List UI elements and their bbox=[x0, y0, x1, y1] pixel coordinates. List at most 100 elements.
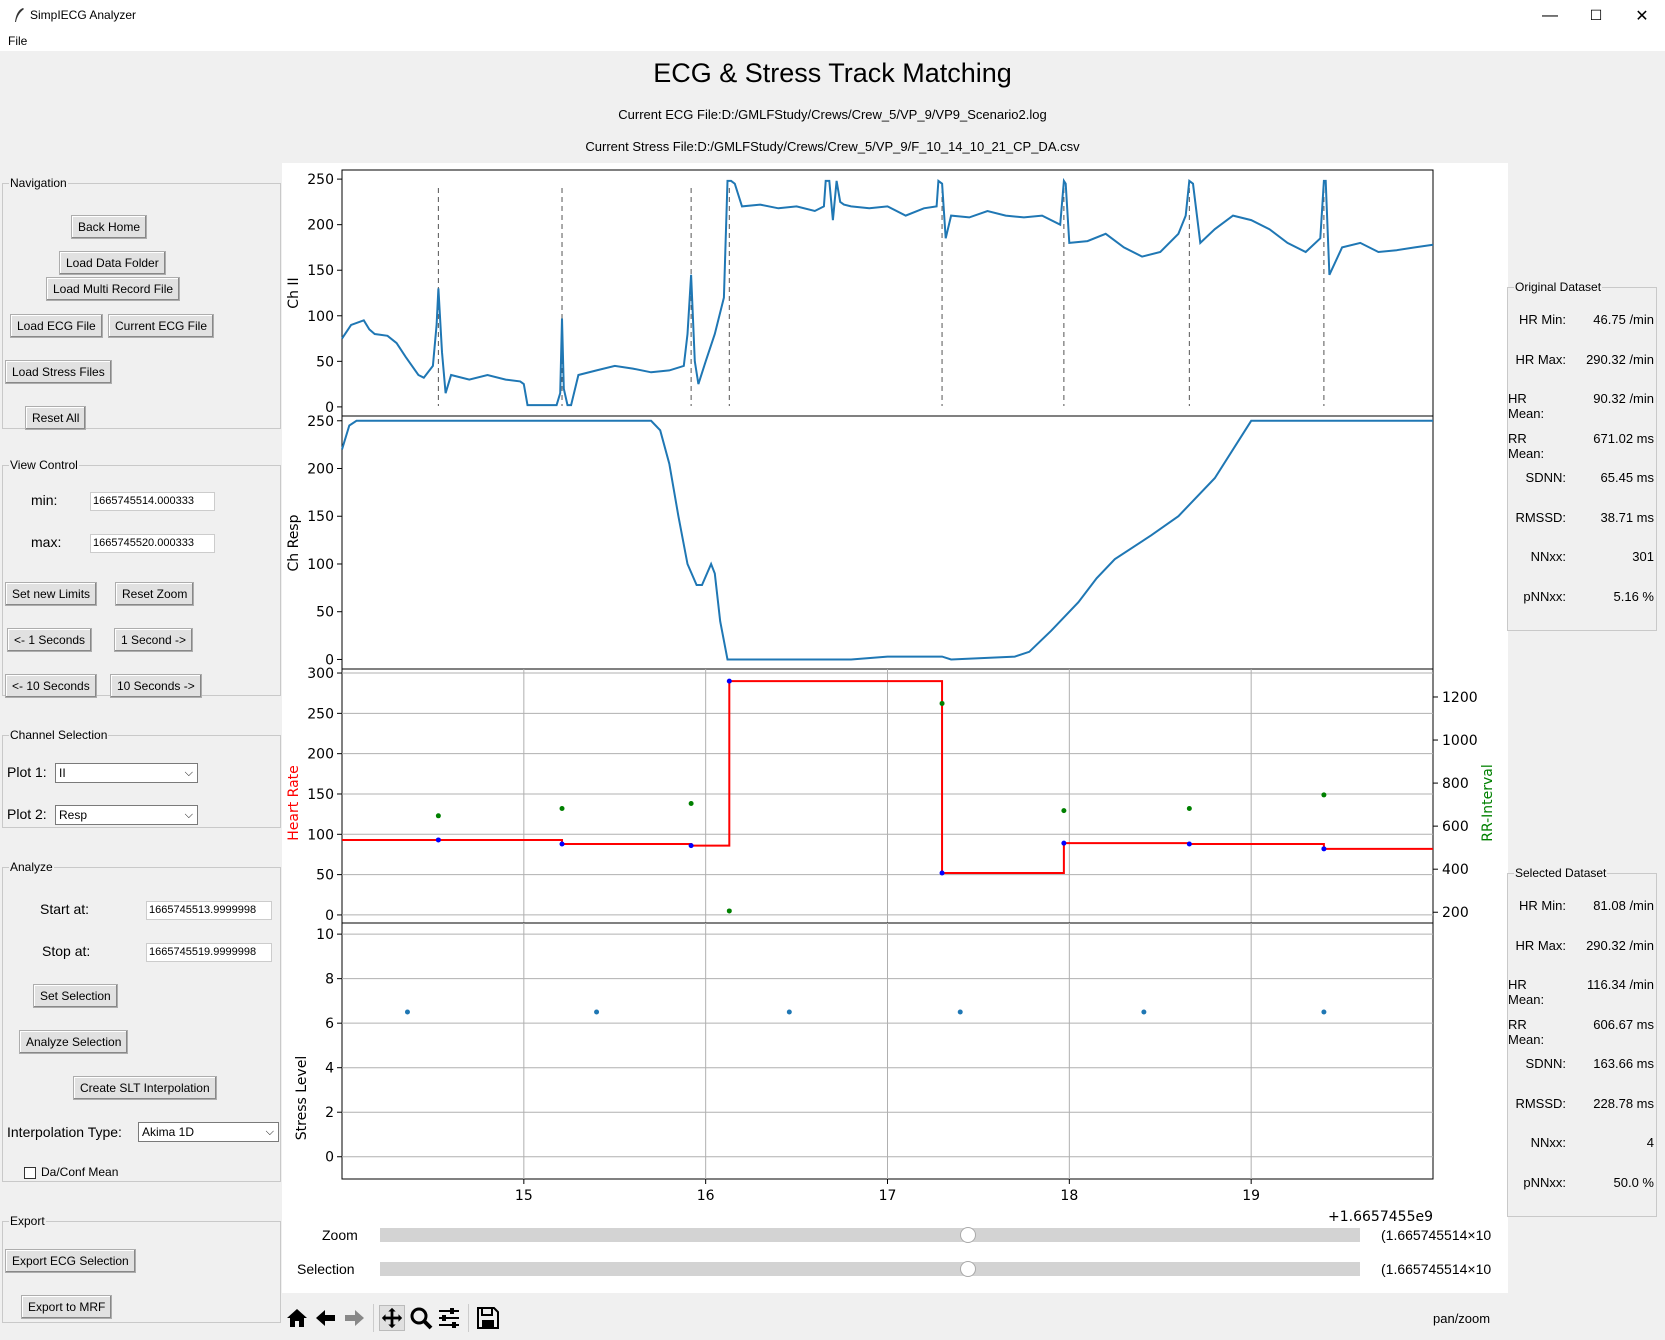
y-tick-label: 250 bbox=[307, 706, 334, 722]
stress-level-plot[interactable]: 0 2 4 6 8 10 15 16 17 18 19 Stress Level +1.665745… bbox=[294, 922, 1434, 1225]
stat-row: HR Mean: 116.34 /min bbox=[1508, 977, 1656, 1007]
export-to-mrf-button[interactable]: Export to MRF bbox=[21, 1295, 113, 1319]
y2-tick-label: 600 bbox=[1442, 819, 1469, 835]
max-input[interactable]: 1665745520.000333 bbox=[90, 534, 215, 553]
heart-rate-point bbox=[435, 837, 441, 843]
configure-icon[interactable] bbox=[436, 1305, 462, 1331]
forward-10-seconds-button[interactable]: 10 Seconds -> bbox=[110, 674, 202, 698]
selected-dataset-legend: Selected Dataset bbox=[1515, 866, 1607, 880]
y-tick-label: 250 bbox=[307, 414, 334, 430]
load-data-folder-button[interactable]: Load Data Folder bbox=[59, 251, 166, 275]
back-1-second-button[interactable]: <- 1 Seconds bbox=[7, 628, 93, 652]
current-stress-file-label: Current Stress File:D:/GMLFStudy/Crews/C… bbox=[585, 139, 1080, 154]
stat-label: RR Mean: bbox=[1508, 1016, 1545, 1047]
stat-value: 38.71 ms bbox=[1600, 509, 1654, 525]
stress-level-point bbox=[1321, 1009, 1327, 1015]
y-tick-label: 50 bbox=[316, 354, 334, 370]
page-title: ECG & Stress Track Matching bbox=[653, 58, 1012, 88]
zoom-slider-track[interactable] bbox=[380, 1227, 1360, 1243]
heart-rate-point bbox=[1321, 846, 1327, 852]
load-stress-files-button[interactable]: Load Stress Files bbox=[5, 360, 112, 384]
y-tick-label: 10 bbox=[316, 927, 334, 943]
view-control-group: View Control min: 1665745514.000333 max:… bbox=[2, 458, 281, 698]
min-input[interactable]: 1665745514.000333 bbox=[90, 492, 215, 511]
stat-row: HR Min: 46.75 /min bbox=[1508, 312, 1656, 332]
stat-row: HR Min: 81.08 /min bbox=[1508, 898, 1656, 918]
menu-file[interactable]: File bbox=[8, 34, 27, 48]
set-new-limits-button[interactable]: Set new Limits bbox=[5, 582, 98, 606]
save-icon[interactable] bbox=[475, 1305, 501, 1331]
plot2-select[interactable]: Resp ⌵ bbox=[55, 805, 198, 825]
stat-row: SDNN: 65.45 ms bbox=[1508, 470, 1656, 490]
stat-row: RMSSD: 38.71 ms bbox=[1508, 510, 1656, 530]
back-10-seconds-button[interactable]: <- 10 Seconds bbox=[5, 674, 97, 698]
analyze-selection-button[interactable]: Analyze Selection bbox=[19, 1030, 129, 1054]
rr-interval-point bbox=[688, 801, 694, 807]
resp-series-line bbox=[341, 419, 1433, 661]
stat-value: 65.45 ms bbox=[1600, 470, 1654, 485]
start-at-input[interactable]: 1665745513.9999998 bbox=[146, 901, 272, 920]
selection-slider-label: Selection bbox=[297, 1261, 355, 1277]
stat-row: pNNxx: 5.16 % bbox=[1508, 589, 1656, 609]
back-arrow-icon[interactable] bbox=[313, 1305, 339, 1331]
da-conf-mean-checkbox[interactable] bbox=[24, 1167, 36, 1179]
y-tick-label: 150 bbox=[307, 509, 334, 525]
stat-label: SDNN: bbox=[1525, 1056, 1566, 1071]
pan-icon[interactable] bbox=[379, 1305, 405, 1331]
selection-slider-track[interactable] bbox=[380, 1261, 1360, 1277]
stat-label: SDNN: bbox=[1525, 470, 1566, 485]
minimize-button[interactable]: — bbox=[1527, 0, 1573, 31]
stat-label: RMSSD: bbox=[1515, 509, 1566, 525]
x-tick-label: 15 bbox=[515, 1188, 533, 1204]
zoom-slider-handle[interactable] bbox=[960, 1227, 976, 1243]
interpolation-type-select[interactable]: Akima 1D ⌵ bbox=[138, 1122, 279, 1142]
selection-slider-handle[interactable] bbox=[960, 1261, 976, 1277]
load-ecg-file-button[interactable]: Load ECG File bbox=[10, 314, 103, 338]
stat-value: 228.78 ms bbox=[1593, 1095, 1654, 1111]
stat-label: HR Max: bbox=[1515, 351, 1566, 367]
x-tick-label: 17 bbox=[879, 1188, 897, 1204]
stat-value: 301 bbox=[1632, 549, 1654, 564]
y-tick-label: 100 bbox=[307, 827, 334, 843]
ecg-plot[interactable]: 050100150200250 Ch II bbox=[286, 169, 1434, 417]
stat-value: 290.32 /min bbox=[1586, 937, 1654, 953]
set-selection-button[interactable]: Set Selection bbox=[33, 984, 118, 1008]
x-tick-label: 16 bbox=[697, 1188, 715, 1204]
reset-zoom-button[interactable]: Reset Zoom bbox=[115, 582, 195, 606]
stat-row: HR Mean: 90.32 /min bbox=[1508, 391, 1656, 421]
maximize-button[interactable]: ☐ bbox=[1573, 0, 1619, 31]
view-control-legend: View Control bbox=[10, 458, 78, 472]
export-ecg-selection-button[interactable]: Export ECG Selection bbox=[5, 1249, 136, 1273]
y-tick-label: 300 bbox=[307, 666, 334, 682]
home-icon[interactable] bbox=[284, 1305, 310, 1331]
toolbar-separator bbox=[373, 1304, 374, 1332]
stress-level-ylabel: Stress Level bbox=[294, 1056, 310, 1140]
plot-figure[interactable]: 0 50 100 150 200 250 Ch II 0 50 100 150 200 250 Ch… bbox=[282, 163, 1508, 1293]
stat-row: RR Mean: 671.02 ms bbox=[1508, 431, 1656, 461]
load-multi-record-button[interactable]: Load Multi Record File bbox=[46, 277, 181, 301]
forward-arrow-icon[interactable] bbox=[341, 1305, 367, 1331]
chevron-down-icon: ⌵ bbox=[265, 1126, 274, 1138]
zoom-icon[interactable] bbox=[408, 1305, 434, 1331]
reset-all-button[interactable]: Reset All bbox=[25, 406, 87, 430]
back-home-button[interactable]: Back Home bbox=[71, 215, 148, 239]
stat-label: HR Mean: bbox=[1508, 391, 1545, 421]
stress-level-point bbox=[786, 1009, 792, 1015]
heart-rate-plot[interactable]: 0 50 100 150 200 250 300 200 400 600 800 1000 1200 H… bbox=[286, 666, 1496, 924]
heart-rate-point bbox=[939, 870, 945, 876]
stress-level-point bbox=[594, 1009, 600, 1015]
forward-1-second-button[interactable]: 1 Second -> bbox=[114, 628, 194, 652]
close-button[interactable]: ✕ bbox=[1619, 0, 1665, 31]
heart-rate-ylabel: Heart Rate bbox=[286, 765, 302, 841]
y2-tick-label: 200 bbox=[1442, 905, 1469, 921]
y-tick-label: 50 bbox=[316, 605, 334, 621]
current-ecg-file-button[interactable]: Current ECG File bbox=[108, 314, 215, 338]
rr-interval-point bbox=[559, 805, 565, 811]
plot1-select[interactable]: II ⌵ bbox=[55, 763, 198, 783]
y2-tick-label: 400 bbox=[1442, 862, 1469, 878]
stop-at-input[interactable]: 1665745519.9999998 bbox=[146, 943, 272, 962]
plot-canvas[interactable]: 050100150200250 Ch II 050100150200250 Ch… bbox=[282, 163, 1508, 1293]
create-slt-interpolation-button[interactable]: Create SLT Interpolation bbox=[73, 1076, 217, 1100]
window-title: SimpIECG Analyzer bbox=[30, 8, 137, 22]
resp-plot[interactable]: 050100150200250 Ch Resp bbox=[286, 414, 1434, 670]
